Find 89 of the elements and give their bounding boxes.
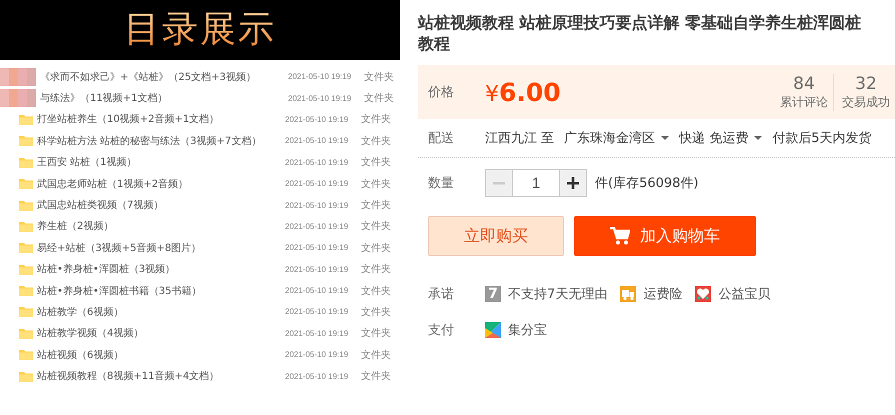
file-date: 2021-05-10 19:19 [285,222,350,231]
file-name: 站桩视频（6视频） [37,348,124,362]
caret-icon [661,136,670,140]
file-type: 文件夹 [361,178,391,191]
file-name: 武国忠站桩类视频（7视频） [37,198,164,212]
file-name: 与练法》（11视频+1文档） [40,92,168,106]
file-date: 2021-05-10 19:19 [285,243,350,252]
file-name: 武国忠老师站桩（1视频+2音频） [37,178,190,191]
stat-label: 累计评论 [780,94,828,110]
file-date: 2021-05-10 19:19 [285,328,350,338]
folder-icon [19,328,33,339]
delivery-label: 配送 [428,130,455,147]
colorful-kite-icon [485,322,501,338]
file-name: 养生桩（2视频） [37,220,114,234]
file-type: 文件夹 [361,306,391,319]
file-type: 文件夹 [364,70,394,84]
file-date: 2021-05-10 19:19 [285,179,350,188]
file-type: 文件夹 [361,198,391,212]
folder-icon [19,285,33,296]
payment-text: 集分宝 [508,322,547,339]
file-date: 2021-05-10 19:19 [285,200,350,210]
plus-icon [567,177,579,189]
folder-icon [19,264,33,275]
file-type: 文件夹 [361,262,391,276]
file-type: 文件夹 [361,112,391,126]
file-name: 站桩教学（6视频） [37,306,124,319]
product-title: 站桩视频教程 站桩原理技巧要点详解 零基础自学养生桩浑圆桩教程 [418,12,862,54]
heart-icon [695,286,712,302]
file-name: 站桩•养身桩•浑圆桩书籍（35书籍） [37,284,203,298]
file-name: 《求而不如求己》+《站桩》（25文档+3视频） [40,70,257,84]
folder-icon [19,156,33,168]
shipping-dropdown[interactable]: 快递 免运费 [679,129,762,147]
stat-value: 84 [793,74,815,94]
price-value: 6.00 [499,78,561,106]
folder-icon [19,349,33,360]
caret-icon [754,136,762,140]
promise-label: 承诺 [428,286,455,303]
file-type: 文件夹 [361,220,391,234]
promise-text: 公益宝贝 [718,286,770,303]
file-type: 文件夹 [361,134,391,148]
currency-symbol: ¥ [485,82,499,106]
file-name: 王西安 站桩（1视频） [37,156,138,170]
file-type: 文件夹 [364,92,394,106]
increment-button[interactable] [559,169,587,197]
quantity-label: 数量 [428,175,455,192]
promise-text: 不支持7天无理由 [508,286,608,303]
file-date: 2021-05-10 19:19 [288,94,352,103]
stat-label: 交易成功 [842,94,890,110]
file-type: 文件夹 [361,348,391,362]
file-date: 2021-05-10 19:19 [285,286,350,296]
origin-text: 江西九江 至 [485,130,554,147]
folder-icon [19,114,33,125]
file-date: 2021-05-10 19:19 [285,350,350,360]
payment-label: 支付 [428,322,455,339]
stock-text: 件(库存56098件) [595,175,698,192]
destination-dropdown[interactable]: 广东珠海金湾区 [564,129,670,147]
file-name: 易经+站桩（3视频+5音频+8图片） [37,242,202,255]
stat-value: 32 [855,74,877,94]
file-type: 文件夹 [361,284,391,298]
quantity-field[interactable]: 1 [513,169,559,197]
file-name: 打坐站桩养生（10视频+2音频+1文档） [37,112,220,126]
seven-day-badge: 7 [485,286,501,302]
folder-icon [19,370,33,382]
file-date: 2021-05-10 19:19 [285,158,350,167]
folder-icon [19,178,33,190]
file-date: 2021-05-10 19:19 [285,372,350,381]
file-date: 2021-05-10 19:19 [285,114,350,124]
file-type: 文件夹 [361,370,391,384]
file-name: 站桩•养身桩•浑圆桩（3视频） [37,262,176,276]
promise-text: 运费险 [643,286,682,303]
file-type: 文件夹 [361,242,391,255]
folder-icon [19,220,33,232]
price-label: 价格 [428,84,455,101]
folder-icon [19,242,33,254]
folder-icon [19,200,33,211]
file-date: 2021-05-10 19:19 [285,264,350,274]
file-name: 站桩教学视频（4视频） [37,326,144,340]
dispatch-text: 付款后5天内发货 [772,130,872,147]
file-date: 2021-05-10 19:19 [288,72,352,82]
folder-icon [19,135,33,146]
file-type: 文件夹 [361,326,391,340]
file-name: 站桩视频教程（8视频+11音频+4文档） [37,370,220,384]
file-type: 文件夹 [361,156,391,170]
file-date: 2021-05-10 19:19 [285,307,350,316]
cart-icon [610,227,630,245]
file-date: 2021-05-10 19:19 [285,136,350,146]
truck-icon [620,286,636,302]
folder-icon [19,306,33,318]
file-name: 科学站桩方法 站桩的秘密与练法（3视频+7文档） [37,134,262,148]
